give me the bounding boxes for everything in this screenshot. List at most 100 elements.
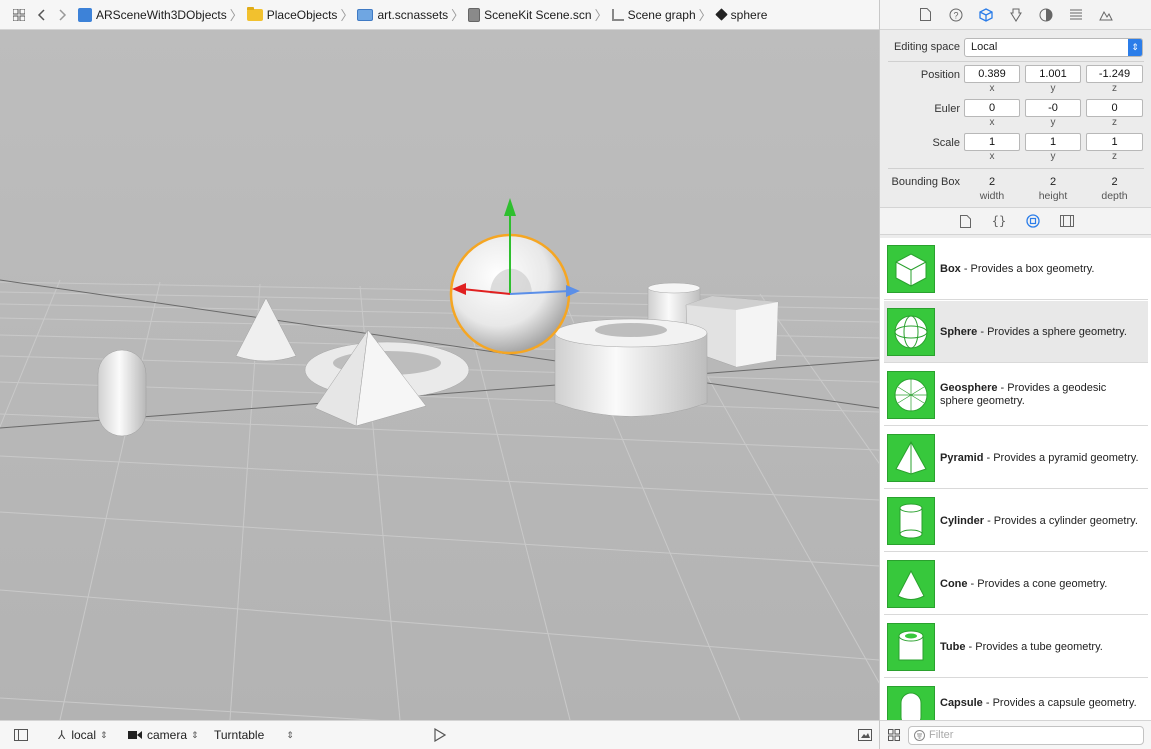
scene-inspector-tab[interactable] xyxy=(1098,7,1114,23)
breadcrumb-project[interactable]: ARSceneWith3DObjects 〉 xyxy=(78,5,243,24)
coordinate-space-popup[interactable]: ⅄ local ⇕ xyxy=(58,728,108,742)
library-filter-input[interactable]: Filter xyxy=(908,726,1144,745)
camera-popup[interactable]: camera ⇕ xyxy=(128,728,199,742)
sphere-geometry-icon xyxy=(887,308,935,356)
question-icon: ? xyxy=(949,8,962,21)
camera-control-mode-popup[interactable]: Turntable ⇕ xyxy=(214,728,294,742)
breadcrumb-assets[interactable]: art.scnassets 〉 xyxy=(357,5,464,24)
library-item-pyramid[interactable]: Pyramid - Provides a pyramid geometry. xyxy=(884,427,1148,489)
chevron-right-icon: 〉 xyxy=(698,8,712,23)
library-item-text: Cylinder - Provides a cylinder geometry. xyxy=(940,490,1140,552)
axis-label-x: x xyxy=(989,83,995,94)
library-tab-bar: {} xyxy=(880,207,1151,235)
scale-x-field[interactable]: 1 xyxy=(964,133,1020,151)
media-library-tab[interactable] xyxy=(1059,213,1075,229)
euler-y-field[interactable]: -0 xyxy=(1025,99,1081,117)
library-item-cylinder[interactable]: Cylinder - Provides a cylinder geometry. xyxy=(884,490,1148,552)
code-snippet-library-tab[interactable]: {} xyxy=(991,213,1007,229)
library-item-capsule[interactable]: Capsule - Provides a capsule geometry. xyxy=(884,679,1148,720)
breadcrumb-group[interactable]: PlaceObjects 〉 xyxy=(246,5,353,24)
node-inspector-tab[interactable] xyxy=(978,7,994,23)
library-item-name: Box xyxy=(940,262,961,275)
physics-inspector-tab[interactable] xyxy=(1068,7,1084,23)
axis-label-y: y xyxy=(1050,83,1056,94)
forward-arrow-icon[interactable] xyxy=(52,4,74,26)
bbox-height-label: height xyxy=(1038,190,1068,202)
cube-icon xyxy=(978,7,993,22)
breadcrumb-label: ARSceneWith3DObjects xyxy=(96,7,227,22)
back-arrow-icon[interactable] xyxy=(30,4,52,26)
library-item-desc: - Provides a box geometry. xyxy=(960,262,1095,275)
scene-viewport[interactable] xyxy=(0,30,879,720)
scale-y-field[interactable]: 1 xyxy=(1025,133,1081,151)
library-item-text: Cone - Provides a cone geometry. xyxy=(940,553,1140,615)
attributes-inspector-tab[interactable] xyxy=(1008,7,1024,23)
library-item-text: Tube - Provides a tube geometry. xyxy=(940,616,1140,678)
quick-help-tab[interactable]: ? xyxy=(948,7,964,23)
library-footer: Filter xyxy=(880,720,1151,749)
tube-object[interactable] xyxy=(554,318,708,417)
library-item-sphere[interactable]: Sphere - Provides a sphere geometry. xyxy=(884,301,1148,363)
library-item-text: Capsule - Provides a capsule geometry. xyxy=(940,679,1140,720)
library-item-geosphere[interactable]: Geosphere - Provides a geodesic sphere g… xyxy=(884,364,1148,426)
euler-z-field[interactable]: 0 xyxy=(1086,99,1143,117)
capsule-geometry-icon xyxy=(887,686,935,720)
filter-icon xyxy=(914,730,925,741)
position-label: Position xyxy=(920,69,960,81)
library-item-text: Pyramid - Provides a pyramid geometry. xyxy=(940,427,1140,489)
axis-label-z: z xyxy=(1112,83,1117,94)
file-icon xyxy=(920,8,931,21)
axis-label-x: x xyxy=(989,117,995,128)
chevron-right-icon: 〉 xyxy=(451,8,465,23)
related-items-grid-icon[interactable] xyxy=(8,4,30,26)
breadcrumb-label: PlaceObjects xyxy=(266,7,338,22)
axes-icon: ⅄ xyxy=(58,728,66,742)
camera-icon xyxy=(128,731,142,739)
position-z-field[interactable]: -1.249 xyxy=(1086,65,1143,83)
toggle-scene-graph-button[interactable] xyxy=(14,729,28,741)
library-item-box[interactable]: Box - Provides a box geometry. xyxy=(884,238,1148,300)
editing-space-popup[interactable]: Local ⇕ xyxy=(964,38,1143,57)
breadcrumb-node[interactable]: sphere xyxy=(714,8,767,22)
grid-view-icon xyxy=(888,729,900,741)
euler-x-field[interactable]: 0 xyxy=(964,99,1020,117)
play-button[interactable] xyxy=(434,728,446,742)
shield-icon xyxy=(1009,8,1022,22)
svg-text:?: ? xyxy=(953,10,958,20)
grid-view-toggle-button[interactable] xyxy=(888,729,900,744)
cone-geometry-icon xyxy=(887,560,935,608)
breadcrumb-label: Scene graph xyxy=(627,7,696,22)
editing-space-label: Editing space xyxy=(893,41,960,53)
braces-icon: {} xyxy=(991,214,1007,228)
breadcrumb-scene-file[interactable]: SceneKit Scene.scn 〉 xyxy=(468,5,608,24)
mountain-icon xyxy=(1098,10,1113,20)
breadcrumb-scene-graph[interactable]: Scene graph 〉 xyxy=(611,5,712,24)
coordinate-space-value: local xyxy=(71,728,97,742)
library-item-desc: - Provides a cylinder geometry. xyxy=(984,514,1138,527)
bbox-width-label: width xyxy=(979,190,1005,202)
pyramid-geometry-icon xyxy=(887,434,935,482)
material-inspector-tab[interactable] xyxy=(1038,7,1054,23)
scene-canvas[interactable] xyxy=(0,30,879,720)
library-item-tube[interactable]: Tube - Provides a tube geometry. xyxy=(884,616,1148,678)
tube-geometry-icon xyxy=(887,623,935,671)
popup-updown-icon: ⇕ xyxy=(100,729,108,740)
position-x-field[interactable]: 0.389 xyxy=(964,65,1020,83)
position-y-field[interactable]: 1.001 xyxy=(1025,65,1081,83)
library-item-desc: - Provides a pyramid geometry. xyxy=(983,451,1139,464)
capsule-object[interactable] xyxy=(97,349,147,437)
toggle-library-button[interactable] xyxy=(858,729,872,741)
library-item-cone[interactable]: Cone - Provides a cone geometry. xyxy=(884,553,1148,615)
axis-label-z: z xyxy=(1112,151,1117,162)
euler-label: Euler xyxy=(934,103,960,115)
object-library-tab[interactable] xyxy=(1025,213,1041,229)
scale-label: Scale xyxy=(932,137,960,149)
object-library-list[interactable]: Box - Provides a box geometry. Sphere - … xyxy=(880,238,1151,720)
scale-z-field[interactable]: 1 xyxy=(1086,133,1143,151)
bbox-depth-label: depth xyxy=(1101,190,1128,202)
axis-label-y: y xyxy=(1050,117,1056,128)
file-template-library-tab[interactable] xyxy=(957,213,973,229)
file-inspector-tab[interactable] xyxy=(918,7,934,23)
divider xyxy=(888,61,1144,62)
bbox-depth-value: 2 xyxy=(1111,176,1118,188)
